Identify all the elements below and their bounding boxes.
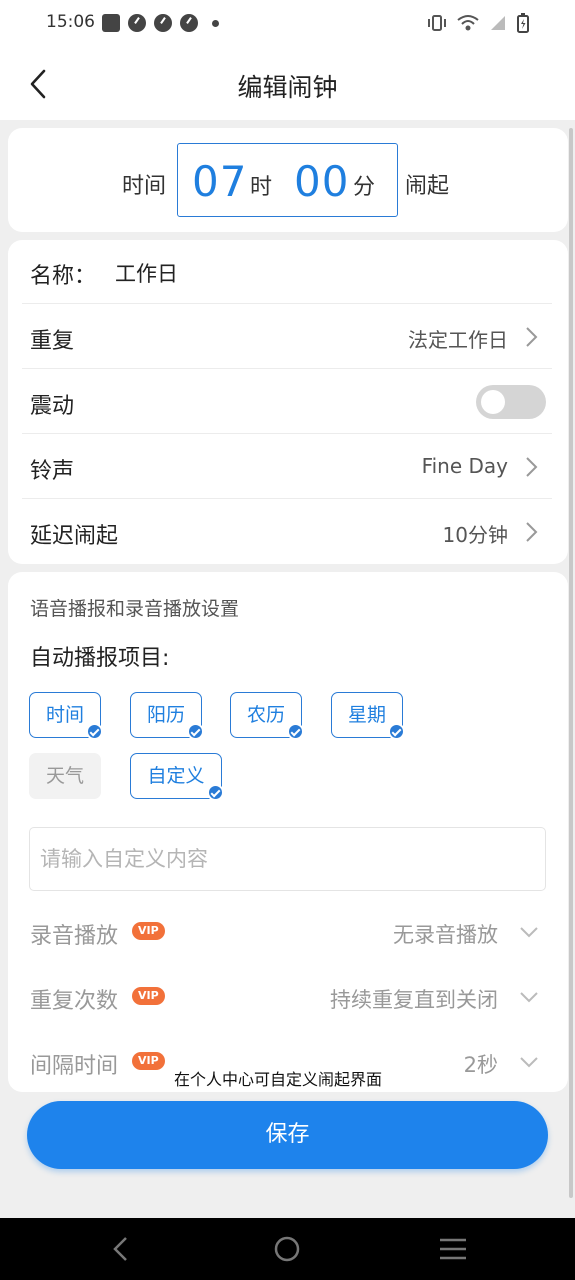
- gauge-notification-icon: [128, 14, 146, 32]
- chip-time[interactable]: 时间: [29, 692, 103, 740]
- signal-icon: [491, 16, 505, 30]
- chip-weekday[interactable]: 星期: [331, 692, 405, 740]
- repeat-value: 法定工作日: [408, 328, 508, 352]
- chip-label: 星期: [347, 704, 386, 726]
- interval-label: 间隔时间: [30, 1054, 119, 1079]
- system-icons: [427, 13, 529, 33]
- repeat-label: 重复: [30, 329, 75, 354]
- app-header: 编辑闹钟: [0, 48, 575, 120]
- check-icon: [287, 723, 304, 740]
- chip-weather[interactable]: 天气: [29, 753, 101, 799]
- vibrate-toggle[interactable]: [476, 385, 546, 419]
- name-value[interactable]: 工作日: [115, 258, 178, 288]
- save-button[interactable]: 保存: [27, 1101, 548, 1169]
- vibrate-row: 震动: [22, 370, 552, 434]
- settings-card: 名称： 工作日 重复 法定工作日 震动 铃声 Fine Day 延迟闹起 10分…: [8, 240, 568, 564]
- vibrate-label: 震动: [30, 394, 75, 419]
- recording-label: 录音播放: [30, 924, 119, 949]
- interval-value: 2秒: [463, 1053, 498, 1077]
- vip-badge: VIP: [132, 922, 165, 940]
- time-suffix-label: 闹起: [405, 174, 450, 199]
- toggle-knob: [481, 390, 505, 414]
- nav-menu-icon[interactable]: [436, 1232, 470, 1266]
- chevron-right-icon: [526, 457, 538, 477]
- chip-custom[interactable]: 自定义: [130, 753, 224, 801]
- recording-row[interactable]: 录音播放 VIP 无录音播放: [30, 908, 546, 958]
- chevron-down-icon: [520, 927, 538, 938]
- chip-label: 时间: [45, 704, 84, 726]
- notification-icons: [102, 14, 219, 32]
- chevron-right-icon: [526, 327, 538, 347]
- chip-lunar[interactable]: 农历: [230, 692, 304, 740]
- status-bar: 15:06: [0, 0, 575, 48]
- hour-value[interactable]: 07: [192, 157, 247, 206]
- name-label: 名称：: [30, 264, 97, 289]
- mail-notification-icon: [102, 14, 120, 32]
- wifi-icon: [457, 15, 479, 31]
- nav-home-icon[interactable]: [270, 1232, 304, 1266]
- snooze-label: 延迟闹起: [30, 524, 119, 549]
- time-picker-card: 时间 07 时 00 分 闹起: [8, 128, 568, 232]
- time-prefix-label: 时间: [122, 174, 167, 199]
- voice-section-title: 语音播报和录音播放设置: [30, 598, 240, 620]
- ringtone-row[interactable]: 铃声 Fine Day: [22, 435, 552, 499]
- name-row[interactable]: 名称： 工作日: [22, 240, 552, 304]
- chip-label: 农历: [246, 704, 285, 726]
- custom-content-input[interactable]: [29, 827, 546, 891]
- repeat-count-row[interactable]: 重复次数 VIP 持续重复直到关闭: [30, 973, 546, 1023]
- snooze-value: 10分钟: [442, 523, 508, 547]
- chip-label: 天气: [45, 765, 84, 787]
- chip-label: 阳历: [146, 704, 185, 726]
- customize-hint: 在个人中心可自定义闹起界面: [174, 1070, 383, 1089]
- hour-unit: 时: [250, 175, 273, 200]
- chevron-down-icon: [520, 992, 538, 1003]
- scrollbar[interactable]: [569, 128, 573, 1198]
- page-title: 编辑闹钟: [237, 73, 338, 102]
- chevron-down-icon: [520, 1057, 538, 1068]
- time-picker[interactable]: 07 时 00 分: [177, 143, 398, 217]
- chevron-right-icon: [526, 522, 538, 542]
- snooze-row[interactable]: 延迟闹起 10分钟: [22, 500, 552, 564]
- check-icon: [86, 723, 103, 740]
- repeat-row[interactable]: 重复 法定工作日: [22, 305, 552, 369]
- minute-value[interactable]: 00: [294, 157, 349, 206]
- vip-badge: VIP: [132, 1052, 165, 1070]
- check-icon: [388, 723, 405, 740]
- nav-back-icon[interactable]: [104, 1232, 138, 1266]
- gauge-notification-icon: [180, 14, 198, 32]
- check-icon: [207, 784, 224, 801]
- voice-settings-card: 语音播报和录音播放设置 自动播报项目: 时间 阳历 农历 星期 天气 自定义 录…: [8, 572, 568, 1092]
- battery-charging-icon: [517, 13, 529, 33]
- ringtone-label: 铃声: [30, 459, 75, 484]
- ringtone-value: Fine Day: [421, 454, 508, 478]
- repeat-count-label: 重复次数: [30, 989, 119, 1014]
- status-time: 15:06: [46, 12, 95, 32]
- repeat-count-value: 持续重复直到关闭: [330, 988, 498, 1012]
- vip-badge: VIP: [132, 987, 165, 1005]
- check-icon: [187, 723, 204, 740]
- recording-value: 无录音播放: [393, 923, 498, 947]
- auto-broadcast-title: 自动播报项目:: [30, 646, 170, 671]
- vibrate-icon: [428, 15, 446, 31]
- system-nav-bar: [0, 1218, 575, 1280]
- chip-solar[interactable]: 阳历: [130, 692, 204, 740]
- chip-label: 自定义: [147, 765, 205, 787]
- gauge-notification-icon: [154, 14, 172, 32]
- minute-unit: 分: [353, 175, 376, 200]
- more-notifications-icon: [212, 19, 219, 27]
